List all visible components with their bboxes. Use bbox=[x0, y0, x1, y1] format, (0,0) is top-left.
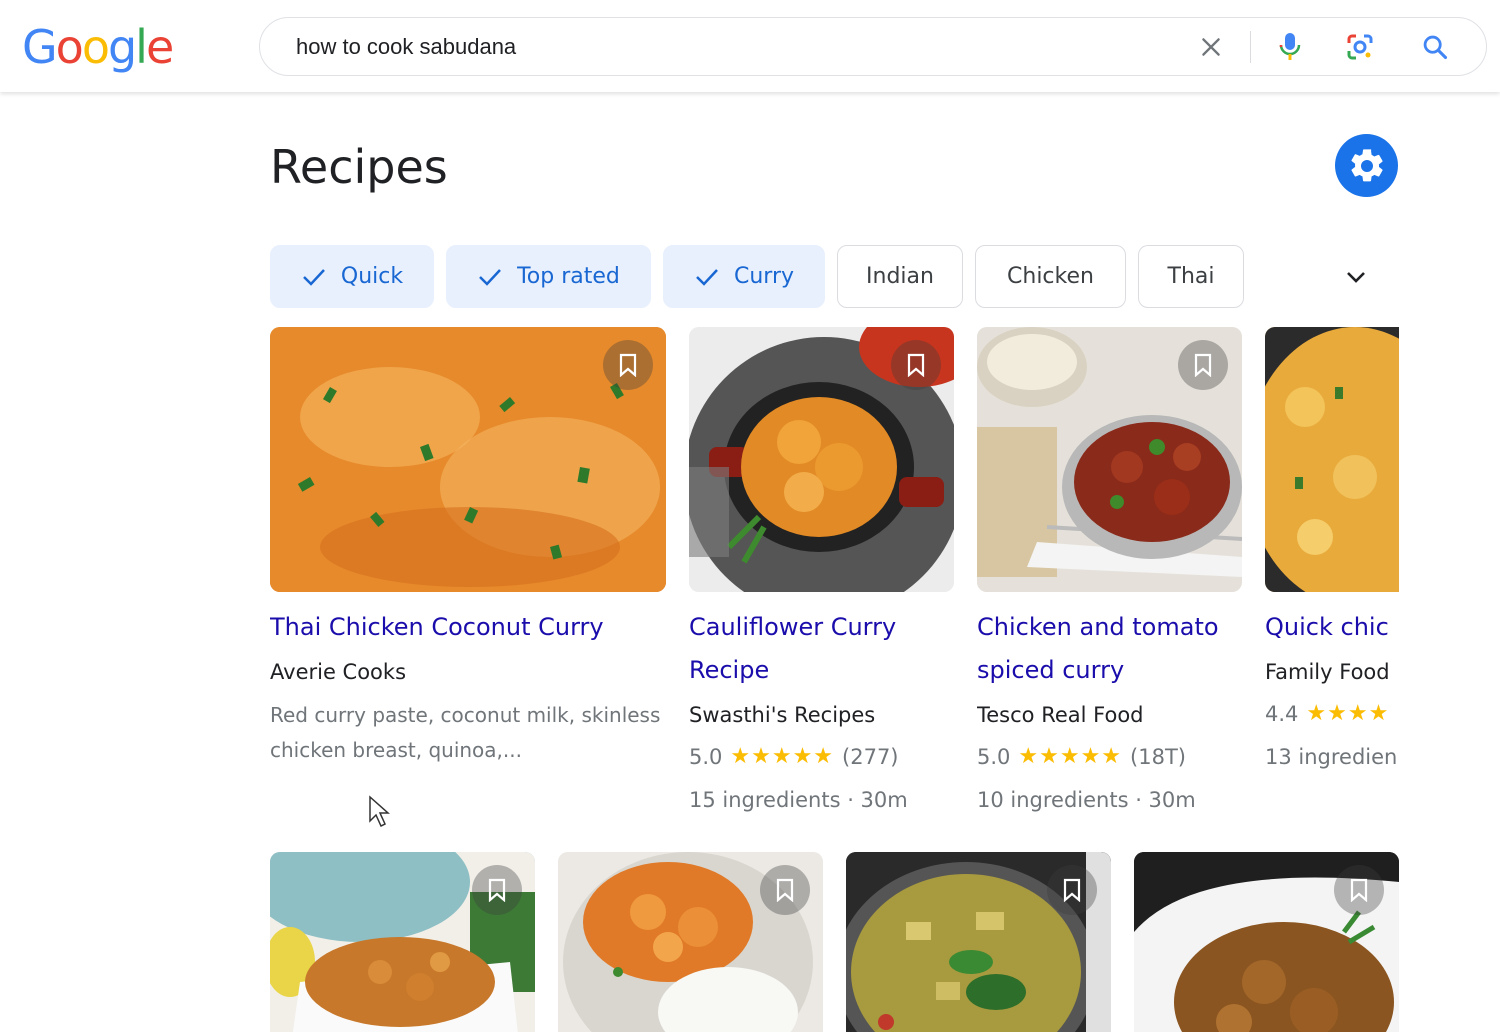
logo-letter: g bbox=[107, 20, 137, 74]
recipe-source: Family Food bbox=[1265, 660, 1390, 684]
search-header: Google bbox=[0, 0, 1500, 92]
review-count: (277) bbox=[842, 744, 899, 769]
recipe-source: Swasthi's Recipes bbox=[689, 703, 876, 727]
bookmark-icon[interactable] bbox=[1178, 340, 1228, 390]
logo-letter: o bbox=[55, 20, 84, 74]
recipe-source: Tesco Real Food bbox=[977, 703, 1144, 727]
chip-label: Chicken bbox=[1007, 264, 1094, 289]
bookmark-icon[interactable] bbox=[1334, 865, 1384, 915]
recipe-rating: 5.0 ★★★★★ (18T) bbox=[977, 744, 1239, 769]
recipe-rating: 5.0 ★★★★★ (277) bbox=[689, 744, 949, 769]
chip-label: Curry bbox=[733, 264, 795, 289]
logo-letter: G bbox=[22, 20, 58, 74]
recipe-meta: 10 ingredients · 30m bbox=[977, 788, 1196, 812]
settings-button[interactable] bbox=[1335, 134, 1398, 197]
google-lens-icon[interactable] bbox=[1343, 30, 1377, 64]
recipe-description: Red curry paste, coconut milk, skinless … bbox=[270, 703, 661, 762]
check-icon bbox=[694, 266, 720, 288]
search-icon[interactable] bbox=[1418, 30, 1452, 64]
star-icons: ★★★★★ bbox=[1018, 744, 1123, 769]
check-icon bbox=[477, 266, 503, 288]
recipe-title[interactable]: Cauliflower Curry bbox=[689, 606, 949, 649]
chip-label: Top rated bbox=[517, 264, 620, 289]
chip-top-rated[interactable]: Top rated bbox=[446, 245, 651, 308]
bookmark-icon[interactable] bbox=[472, 865, 522, 915]
chevron-down-icon[interactable] bbox=[1338, 262, 1374, 292]
rating-value: 5.0 bbox=[689, 744, 723, 769]
google-logo[interactable]: Google bbox=[22, 20, 174, 74]
recipe-meta: 13 ingredien bbox=[1265, 745, 1398, 769]
review-count: (18T) bbox=[1130, 744, 1186, 769]
close-icon[interactable] bbox=[1194, 30, 1228, 64]
check-icon bbox=[301, 266, 327, 288]
bookmark-icon[interactable] bbox=[891, 340, 941, 390]
page-title: Recipes bbox=[270, 140, 448, 194]
recipe-image[interactable] bbox=[1265, 327, 1399, 592]
logo-letter: e bbox=[145, 20, 174, 74]
recipe-rating: 4.4 ★★★★ bbox=[1265, 701, 1399, 726]
search-divider bbox=[1250, 31, 1251, 63]
chip-label: Indian bbox=[866, 264, 934, 289]
recipe-title[interactable]: Chicken and tomato bbox=[977, 606, 1239, 649]
chip-quick[interactable]: Quick bbox=[270, 245, 434, 308]
star-icons: ★★★★ bbox=[1306, 701, 1390, 726]
recipe-title[interactable]: spiced curry bbox=[977, 649, 1239, 692]
bookmark-icon[interactable] bbox=[603, 340, 653, 390]
logo-letter: l bbox=[135, 20, 148, 74]
rating-value: 4.4 bbox=[1265, 701, 1299, 726]
search-input[interactable] bbox=[296, 30, 1176, 64]
recipe-meta: 15 ingredients · 30m bbox=[689, 788, 908, 812]
bookmark-icon[interactable] bbox=[760, 865, 810, 915]
recipe-source: Averie Cooks bbox=[270, 660, 407, 684]
search-box bbox=[259, 17, 1487, 76]
bookmark-icon[interactable] bbox=[1047, 865, 1097, 915]
gear-icon bbox=[1350, 148, 1383, 181]
chip-chicken[interactable]: Chicken bbox=[975, 245, 1126, 308]
recipe-title[interactable]: Thai Chicken Coconut Curry bbox=[270, 606, 670, 649]
food-photo bbox=[1265, 327, 1399, 592]
star-icons: ★★★★★ bbox=[730, 744, 835, 769]
recipe-title[interactable]: Quick chic bbox=[1265, 606, 1399, 649]
chip-curry[interactable]: Curry bbox=[663, 245, 825, 308]
chip-label: Thai bbox=[1167, 264, 1215, 289]
mouse-cursor bbox=[368, 795, 392, 834]
chip-label: Quick bbox=[340, 264, 404, 289]
rating-value: 5.0 bbox=[977, 744, 1011, 769]
chip-thai[interactable]: Thai bbox=[1138, 245, 1244, 308]
mic-icon[interactable] bbox=[1273, 30, 1307, 64]
chip-indian[interactable]: Indian bbox=[837, 245, 963, 308]
recipe-title[interactable]: Recipe bbox=[689, 649, 949, 692]
logo-letter: o bbox=[81, 20, 110, 74]
